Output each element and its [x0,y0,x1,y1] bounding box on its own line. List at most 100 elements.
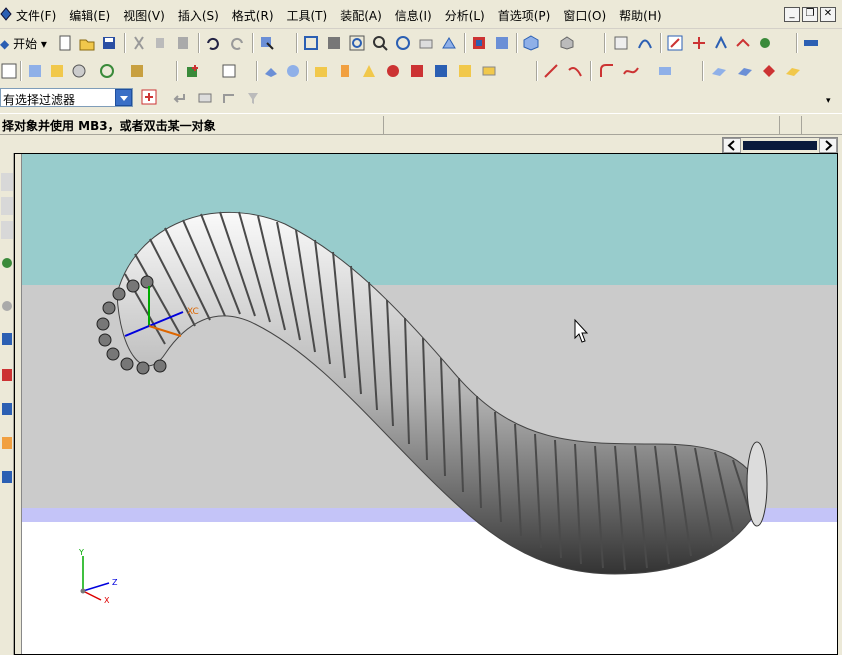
standard-toolbar: ◆ 开始 ▾ [0,29,842,57]
menu-preferences[interactable]: 首选项(P) [498,7,558,24]
fit-view-icon[interactable] [302,34,320,52]
analysis-icon[interactable] [756,34,774,52]
surface-icon[interactable] [710,62,728,80]
start-button[interactable]: ◆ 开始 ▾ [0,35,47,52]
blank-sheet-icon[interactable] [220,62,238,80]
eraser-icon[interactable] [196,89,214,107]
tube-open-end [746,441,768,527]
menu-window[interactable]: 窗口(O) [563,7,613,24]
render-style-icon[interactable] [470,34,488,52]
fillet-icon[interactable] [598,62,616,80]
resource-bar [0,153,14,655]
book-icon[interactable] [26,62,44,80]
shaded-view-icon[interactable] [522,34,540,52]
scroll-right-button[interactable] [819,138,837,153]
menu-list: 文件(F) 编辑(E) 视图(V) 插入(S) 格式(R) 工具(T) 装配(A… [16,7,675,24]
menu-help[interactable]: 帮助(H) [619,7,668,24]
point-icon[interactable] [690,34,708,52]
undo-icon[interactable] [204,34,222,52]
save-icon[interactable] [100,34,118,52]
start-icon: ◆ [0,37,10,51]
pan-icon[interactable] [417,34,435,52]
pad-icon[interactable] [480,62,498,80]
datum-icon[interactable] [184,62,202,80]
block-icon[interactable] [312,62,330,80]
sketch-icon[interactable] [612,34,630,52]
boss-icon[interactable] [432,62,450,80]
minimize-button[interactable]: _ [784,7,800,22]
zoom-window-icon[interactable] [348,34,366,52]
feature-toolbar [0,57,842,85]
boolean-icon[interactable] [128,62,146,80]
model-canvas: XC Y Z X [78,211,768,605]
open-folder-icon[interactable] [78,34,96,52]
menu-edit[interactable]: 编辑(E) [69,7,117,24]
zoom-icon[interactable] [371,34,389,52]
scroll-track[interactable] [743,141,817,150]
revolve-icon[interactable] [284,62,302,80]
spline-icon[interactable] [622,62,640,80]
cylinder-icon[interactable] [336,62,354,80]
cone-icon[interactable] [360,62,378,80]
copy-icon[interactable] [152,34,170,52]
close-button[interactable]: ✕ [820,7,836,22]
arc-icon[interactable] [566,62,584,80]
curve-icon[interactable] [636,34,654,52]
ruler-icon[interactable] [802,34,820,52]
sphere-icon[interactable] [384,62,402,80]
menu-information[interactable]: 信息(I) [395,7,439,24]
snap-point-icon[interactable] [220,89,238,107]
menu-analysis[interactable]: 分析(L) [445,7,492,24]
redo-icon[interactable] [228,34,246,52]
graphics-window[interactable]: XC Y Z X [14,153,838,655]
refresh-icon[interactable] [98,62,116,80]
scroll-left-button[interactable] [723,138,741,153]
arrow-back-icon[interactable] [172,89,188,107]
menu-format[interactable]: 格式(R) [232,7,281,24]
zoom-region-icon[interactable] [325,34,343,52]
perspective-icon[interactable] [440,34,458,52]
offset-icon[interactable] [656,62,674,80]
start-label: 开始 [13,37,38,51]
menu-view[interactable]: 视图(V) [123,7,172,24]
vector-icon[interactable] [734,34,752,52]
paste-icon[interactable] [174,34,192,52]
absolute-triad [80,556,110,601]
select-feature-icon[interactable] [666,34,684,52]
graphics-scroller[interactable] [722,137,838,154]
select-scope-icon[interactable] [141,89,163,107]
restore-button[interactable]: ❐ [802,7,818,22]
rotate-icon[interactable] [394,34,412,52]
sweep-icon[interactable] [736,62,754,80]
resource-bar-icons[interactable] [0,173,14,513]
selection-icon[interactable] [258,34,276,52]
thicken-icon[interactable] [784,62,802,80]
menu-insert[interactable]: 插入(S) [178,7,226,24]
cut-icon[interactable] [130,34,148,52]
new-file-icon[interactable] [56,34,74,52]
selection-filter-value: 有选择过滤器 [3,93,76,107]
filter-icon[interactable] [244,89,262,107]
chevron-left-icon [727,140,735,151]
chevron-down-icon[interactable] [115,89,132,106]
extrude-icon[interactable] [262,62,280,80]
toolbar-overflow-icon[interactable]: ▾ [826,96,831,106]
chevron-right-icon [825,140,833,151]
pocket-icon[interactable] [456,62,474,80]
wireframe-view-icon[interactable] [558,34,576,52]
corrugated-tube[interactable] [116,211,766,575]
selection-filter-dropdown[interactable]: 有选择过滤器 [0,88,133,107]
part-icon[interactable] [48,62,66,80]
snap-icon[interactable] [712,34,730,52]
axis-x-label: X [104,596,110,605]
constraint-icon[interactable] [70,62,88,80]
assembly-icon[interactable] [0,62,18,80]
axis-y-label: Y [78,548,84,557]
layer-icon[interactable] [493,34,511,52]
line-icon[interactable] [542,62,560,80]
hole-icon[interactable] [408,62,426,80]
menu-assembly[interactable]: 装配(A) [340,7,389,24]
menu-file[interactable]: 文件(F) [16,7,63,24]
trim-icon[interactable] [760,62,778,80]
menu-tools[interactable]: 工具(T) [287,7,335,24]
